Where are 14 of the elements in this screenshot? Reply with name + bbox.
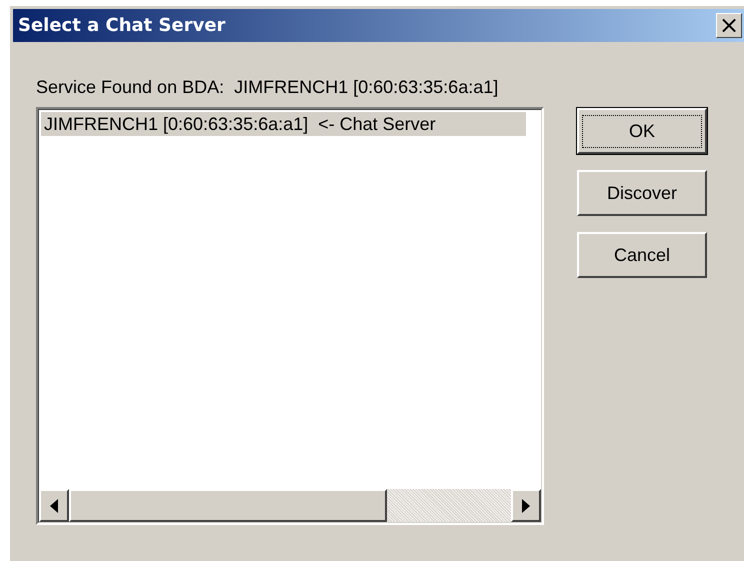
- list-item[interactable]: JIMFRENCH1 [0:60:63:35:6a:a1] <- Chat Server: [41, 112, 526, 136]
- scroll-thumb[interactable]: [69, 489, 388, 522]
- left-arrow-icon: [50, 498, 58, 512]
- close-button[interactable]: ×: [716, 13, 742, 38]
- scroll-left-button[interactable]: [39, 489, 69, 522]
- service-label: Service Found on BDA: JIMFRENCH1 [0:60:63:35:6a:a1]: [36, 77, 500, 99]
- horizontal-scrollbar[interactable]: [39, 489, 541, 522]
- dialog-button[interactable]: OK: [577, 108, 707, 154]
- scroll-right-button[interactable]: [511, 489, 541, 522]
- window-title: Select a Chat Server: [18, 15, 226, 36]
- right-arrow-icon: [522, 498, 530, 512]
- dialog-button[interactable]: Cancel: [577, 232, 707, 278]
- server-list[interactable]: JIMFRENCH1 [0:60:63:35:6a:a1] <- Chat Server: [36, 107, 544, 525]
- dialog-button[interactable]: Discover: [577, 170, 707, 216]
